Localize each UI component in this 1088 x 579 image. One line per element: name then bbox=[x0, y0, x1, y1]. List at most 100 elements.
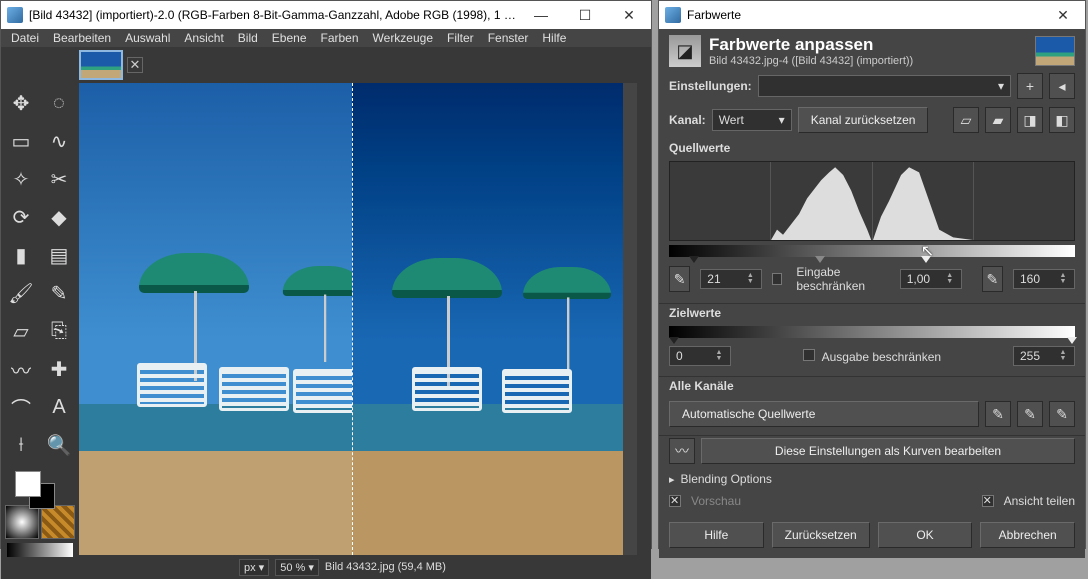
preview-checkbox[interactable] bbox=[669, 495, 681, 507]
menu-auswahl[interactable]: Auswahl bbox=[119, 29, 176, 47]
main-window: [Bild 43432] (importiert)-2.0 (RGB-Farbe… bbox=[0, 0, 652, 549]
input-gamma-slider[interactable] bbox=[815, 256, 825, 263]
rotate-tool[interactable]: ⟳ bbox=[3, 199, 39, 235]
pick-gray-button[interactable]: ✎ bbox=[1017, 401, 1043, 427]
app-icon bbox=[7, 7, 23, 23]
gamma-field[interactable]: ▲▼ bbox=[900, 269, 962, 289]
log-hist-button[interactable]: ▰ bbox=[985, 107, 1011, 133]
hist-style1-button[interactable]: ◨ bbox=[1017, 107, 1043, 133]
foreground-swatch[interactable] bbox=[15, 471, 41, 497]
levels-icon: ◪ bbox=[669, 35, 701, 67]
menu-ebene[interactable]: Ebene bbox=[266, 29, 313, 47]
input-black-slider[interactable] bbox=[689, 256, 699, 263]
levels-window-title: Farbwerte bbox=[687, 8, 1041, 22]
move-tool[interactable]: ✥ bbox=[3, 85, 39, 121]
clamp-input-checkbox[interactable] bbox=[772, 273, 782, 285]
smudge-tool[interactable]: 〰 bbox=[3, 351, 39, 387]
auto-levels-button[interactable]: Automatische Quellwerte bbox=[669, 401, 979, 427]
input-gradient[interactable]: ↖ bbox=[669, 245, 1075, 257]
ok-button[interactable]: OK bbox=[878, 522, 973, 548]
fuzzy-tool[interactable]: ✧ bbox=[3, 161, 39, 197]
image-tab-thumbnail[interactable] bbox=[79, 50, 123, 80]
heal-tool[interactable]: ✚ bbox=[41, 351, 77, 387]
black-eyedropper-button[interactable]: ✎ bbox=[669, 266, 690, 292]
menu-hilfe[interactable]: Hilfe bbox=[536, 29, 572, 47]
color-swatches[interactable] bbox=[3, 465, 77, 511]
vertical-scrollbar[interactable] bbox=[623, 83, 637, 555]
hist-style2-button[interactable]: ◧ bbox=[1049, 107, 1075, 133]
channel-select[interactable]: Wert▾ bbox=[712, 109, 792, 131]
pencil-tool[interactable]: ✎ bbox=[41, 275, 77, 311]
main-title: [Bild 43432] (importiert)-2.0 (RGB-Farbe… bbox=[29, 8, 519, 22]
preset-add-button[interactable]: + bbox=[1017, 73, 1043, 99]
presets-select[interactable]: ▾ bbox=[758, 75, 1011, 97]
menu-bearbeiten[interactable]: Bearbeiten bbox=[47, 29, 117, 47]
measure-tool[interactable]: ⟊ bbox=[3, 427, 39, 463]
lasso-tool[interactable]: ∿ bbox=[41, 123, 77, 159]
freeselect-tool[interactable]: ◌ bbox=[41, 85, 77, 121]
linear-hist-button[interactable]: ▱ bbox=[953, 107, 979, 133]
expand-icon[interactable]: ▸ bbox=[669, 473, 675, 486]
output-gradient[interactable] bbox=[669, 326, 1075, 338]
levels-window-icon bbox=[665, 7, 681, 23]
close-button[interactable]: ✕ bbox=[607, 1, 651, 29]
clamp-output-checkbox[interactable] bbox=[803, 349, 815, 361]
maximize-button[interactable]: ☐ bbox=[563, 1, 607, 29]
levels-preview-thumb bbox=[1035, 36, 1075, 66]
levels-header-sub: Bild 43432.jpg-4 ([Bild 43432] (importie… bbox=[709, 55, 1027, 67]
image-canvas[interactable] bbox=[79, 83, 637, 555]
eraser-tool[interactable]: ▱ bbox=[3, 313, 39, 349]
menu-datei[interactable]: Datei bbox=[5, 29, 45, 47]
menu-farben[interactable]: Farben bbox=[315, 29, 365, 47]
output-white-slider[interactable] bbox=[1067, 337, 1077, 344]
output-white-field[interactable]: ▲▼ bbox=[1013, 346, 1075, 366]
gradient-tool[interactable]: ▤ bbox=[41, 237, 77, 273]
split-view-label: Ansicht teilen bbox=[1004, 494, 1075, 508]
zoom-select[interactable]: 50 % ▾ bbox=[275, 559, 319, 576]
menu-filter[interactable]: Filter bbox=[441, 29, 480, 47]
levels-titlebar: Farbwerte ✕ bbox=[659, 1, 1085, 29]
bucket-tool[interactable]: ▮ bbox=[3, 237, 39, 273]
clone-tool[interactable]: ⎘ bbox=[41, 313, 77, 349]
channel-reset-button[interactable]: Kanal zurücksetzen bbox=[798, 107, 929, 133]
help-button[interactable]: Hilfe bbox=[669, 522, 764, 548]
levels-dialog: Farbwerte ✕ ◪ Farbwerte anpassen Bild 43… bbox=[658, 0, 1086, 549]
levels-header: ◪ Farbwerte anpassen Bild 43432.jpg-4 ([… bbox=[659, 29, 1085, 69]
text-tool[interactable]: A bbox=[41, 389, 77, 425]
curves-icon: 〰 bbox=[669, 438, 695, 464]
crop-tool[interactable]: ✂ bbox=[41, 161, 77, 197]
levels-header-title: Farbwerte anpassen bbox=[709, 35, 1027, 55]
edit-as-curves-button[interactable]: Diese Einstellungen als Kurven bearbeite… bbox=[701, 438, 1075, 464]
unit-select[interactable]: px ▾ bbox=[239, 559, 269, 576]
image-tabs: ✕ bbox=[1, 47, 651, 83]
zoom-tool[interactable]: 🔍 bbox=[41, 427, 77, 463]
menu-werkzeuge[interactable]: Werkzeuge bbox=[367, 29, 439, 47]
menubar: DateiBearbeitenAuswahlAnsichtBildEbeneFa… bbox=[1, 29, 651, 47]
pick-black-button[interactable]: ✎ bbox=[985, 401, 1011, 427]
menu-bild[interactable]: Bild bbox=[232, 29, 264, 47]
split-view-checkbox[interactable] bbox=[982, 495, 994, 507]
reset-button[interactable]: Zurücksetzen bbox=[772, 522, 870, 548]
blending-label[interactable]: Blending Options bbox=[681, 472, 772, 486]
histogram[interactable] bbox=[669, 161, 1075, 241]
cancel-button[interactable]: Abbrechen bbox=[980, 522, 1075, 548]
minimize-button[interactable]: — bbox=[519, 1, 563, 29]
rectselect-tool[interactable]: ▭ bbox=[3, 123, 39, 159]
menu-ansicht[interactable]: Ansicht bbox=[178, 29, 229, 47]
levels-close-button[interactable]: ✕ bbox=[1041, 1, 1085, 29]
output-black-slider[interactable] bbox=[669, 337, 679, 344]
preset-menu-button[interactable]: ◂ bbox=[1049, 73, 1075, 99]
image-tab-close-icon[interactable]: ✕ bbox=[127, 57, 143, 73]
input-white-field[interactable]: ▲▼ bbox=[1013, 269, 1075, 289]
input-black-field[interactable]: ▲▼ bbox=[700, 269, 762, 289]
warp-tool[interactable]: ◆ bbox=[41, 199, 77, 235]
brush-tool[interactable]: 🖌 bbox=[3, 275, 39, 311]
output-black-field[interactable]: ▲▼ bbox=[669, 346, 731, 366]
input-white-slider[interactable] bbox=[921, 256, 931, 263]
pick-white-button[interactable]: ✎ bbox=[1049, 401, 1075, 427]
menu-fenster[interactable]: Fenster bbox=[482, 29, 535, 47]
all-channels-label: Alle Kanäle bbox=[669, 379, 734, 393]
white-eyedropper-button[interactable]: ✎ bbox=[982, 266, 1003, 292]
path-tool[interactable]: ⌒ bbox=[3, 389, 39, 425]
gradient-preview[interactable] bbox=[7, 543, 73, 557]
